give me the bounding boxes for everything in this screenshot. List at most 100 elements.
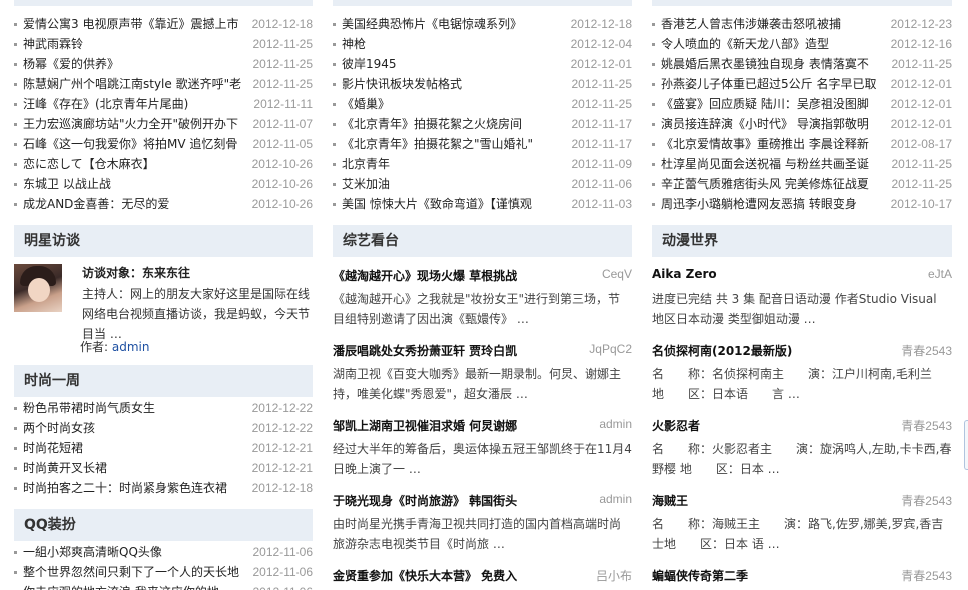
news-title-link[interactable]: 《北京爱情故事》重磅推出 李晨诠释新 <box>661 134 869 154</box>
news-title-link[interactable]: 成龙AND金喜善：无尽的爱 <box>23 194 169 214</box>
news-date: 2012-12-22 <box>251 401 313 415</box>
news-date: 2012-11-25 <box>891 177 953 191</box>
bullet-icon <box>652 183 655 186</box>
list-item: 石峰《这一句我爱你》将拍MV 追忆刻骨 2012-11-05 <box>14 134 313 154</box>
news-title-link[interactable]: 你去应观的地方流浪 我来这应你的地 <box>23 582 219 590</box>
interview-photo[interactable] <box>14 264 62 312</box>
news-title-link[interactable]: 影片快讯板块发帖格式 <box>342 74 462 94</box>
news-date: 2012-08-17 <box>890 137 952 151</box>
news-title-link[interactable]: 两个时尚女孩 <box>23 418 95 438</box>
news-title-link[interactable]: 演员接连辞演《小时代》 导演指郭敬明 <box>661 114 869 134</box>
news-title-link[interactable]: 孙燕姿儿子体重已超过5公斤 名字早已取 <box>661 74 876 94</box>
news-title-link[interactable]: 粉色吊带裙时尚气质女生 <box>23 398 155 418</box>
news-title-link[interactable]: 东城卫 以战止战 <box>23 174 111 194</box>
news-title-link[interactable]: 一組小郑爽高清晰QQ头像 <box>23 542 162 562</box>
entry-author[interactable]: 青春2543 <box>901 417 952 434</box>
news-title-link[interactable]: 陈慧娴广州个唱跳江南style 歌迷齐呼"老 <box>23 74 241 94</box>
music-box-header <box>14 0 313 6</box>
interview-title[interactable]: 访谈对象：东来东往 <box>82 264 190 281</box>
news-title-link[interactable]: 恋に恋して【仓木麻衣】 <box>23 154 155 174</box>
bullet-icon <box>333 123 336 126</box>
entry-summary: 《越淘越开心》之我就是"妆扮女王"进行到第三场，节目组特别邀请了因出演《甄嬛传》… <box>333 292 621 326</box>
entry-title-link[interactable]: 潘辰唱跳处女秀扮萧亚轩 贾玲白凯 <box>333 342 517 359</box>
news-title-link[interactable]: 时尚花短裙 <box>23 438 83 458</box>
news-title-link[interactable]: 时尚拍客之二十：时尚紧身紫色连衣裙 <box>23 478 227 498</box>
news-title-link[interactable]: 杜淳星尚见面会送祝福 与粉丝共画圣诞 <box>661 154 869 174</box>
list-item: 《盛宴》回应质疑 陆川：吴彦祖没图脚 2012-12-01 <box>652 94 952 114</box>
news-title-link[interactable]: 美国经典恐怖片《电锯惊魂系列》 <box>342 14 522 34</box>
scrollbar-handle[interactable] <box>964 420 968 470</box>
author-link[interactable]: admin <box>112 340 150 354</box>
news-title-link[interactable]: 神枪 <box>342 34 366 54</box>
entry-author[interactable]: 青春2543 <box>901 492 952 509</box>
list-item: 杜淳星尚见面会送祝福 与粉丝共画圣诞 2012-11-25 <box>652 154 952 174</box>
entry-summary: 名 称：名侦探柯南主 演：江户川柯南,毛利兰 地 区：日本语 言 … <box>652 367 944 401</box>
movies-news-list: 美国经典恐怖片《电锯惊魂系列》 2012-12-18 神枪 2012-12-04 彼… <box>333 14 632 214</box>
entry-author[interactable]: JqPqC2 <box>589 342 632 356</box>
entry-author[interactable]: CeqV <box>602 267 632 281</box>
entry-title-link[interactable]: 名侦探柯南(2012最新版) <box>652 342 792 359</box>
anime-header: 动漫世界 <box>652 225 952 257</box>
section-title[interactable]: 明星访谈 <box>14 225 313 257</box>
entry-title-link[interactable]: 于晓光现身《时尚旅游》 韩国街头 <box>333 492 517 509</box>
star-interview-header: 明星访谈 <box>14 225 313 257</box>
news-title-link[interactable]: 令人喷血的《新天龙八部》造型 <box>661 34 829 54</box>
news-title-link[interactable]: 神武雨霖铃 <box>23 34 83 54</box>
bullet-icon <box>14 487 17 490</box>
news-title-link[interactable]: 北京青年 <box>342 154 390 174</box>
entry-author[interactable]: eJtA <box>928 267 952 281</box>
entry-title-link[interactable]: 邹凯上湖南卫视催泪求婚 何炅谢娜 <box>333 417 517 434</box>
news-title-link[interactable]: 石峰《这一句我爱你》将拍MV 追忆刻骨 <box>23 134 237 154</box>
news-title-link[interactable]: 《盛宴》回应质疑 陆川：吴彦祖没图脚 <box>661 94 869 114</box>
news-title-link[interactable]: 《北京青年》拍摄花絮之"雪山婚礼" <box>342 134 533 154</box>
news-title-link[interactable]: 艾米加油 <box>342 174 390 194</box>
section-title[interactable]: QQ装扮 <box>14 509 313 541</box>
news-title-link[interactable]: 姚晨婚后黑衣墨镜独自现身 表情落寞不 <box>661 54 869 74</box>
list-item: 姚晨婚后黑衣墨镜独自现身 表情落寞不 2012-11-25 <box>652 54 952 74</box>
news-title-link[interactable]: 汪峰《存在》(北京青年片尾曲) <box>23 94 188 114</box>
news-date: 2012-11-06 <box>571 177 633 191</box>
news-date: 2012-12-22 <box>251 421 313 435</box>
entry-author[interactable]: 青春2543 <box>901 567 952 584</box>
news-title-link[interactable]: 美国 惊悚大片《致命弯道》【谨慎观 <box>342 194 532 214</box>
section-title[interactable]: 时尚一周 <box>14 365 313 397</box>
news-date: 2012-12-01 <box>570 57 632 71</box>
news-title-link[interactable]: 时尚黄开叉长裙 <box>23 458 107 478</box>
section-title[interactable]: 综艺看台 <box>333 225 632 257</box>
news-title-link[interactable]: 杨幂《爱的供养》 <box>23 54 119 74</box>
entry-author[interactable]: admin <box>599 417 632 431</box>
news-title-link[interactable]: 周迅李小璐躺枪遭网友恶搞 转眼变身 <box>661 194 857 214</box>
news-date: 2012-10-17 <box>890 197 952 211</box>
entry-title-link[interactable]: Aika Zero <box>652 267 717 281</box>
bullet-icon <box>14 571 17 574</box>
news-title-link[interactable]: 整个世界忽然间只剩下了一个人的天长地 <box>23 562 239 582</box>
news-title-link[interactable]: 彼岸1945 <box>342 54 397 74</box>
entry-author[interactable]: 青春2543 <box>901 342 952 359</box>
list-item: 《北京青年》拍摄花絮之"雪山婚礼" 2012-11-17 <box>333 134 632 154</box>
bullet-icon <box>14 143 17 146</box>
entry-summary: 经过大半年的筹备后，奥运体操五冠王邹凯终于在11月4日晚上演了一 … <box>333 442 632 476</box>
news-date: 2012-10-26 <box>251 197 313 211</box>
entry-title-link[interactable]: 海贼王 <box>652 492 688 509</box>
entry-author[interactable]: 吕小布 <box>596 567 632 584</box>
list-item: 杨幂《爱的供养》 2012-11-25 <box>14 54 313 74</box>
bullet-icon <box>14 163 17 166</box>
bullet-icon <box>14 83 17 86</box>
entry-title-link[interactable]: 火影忍者 <box>652 417 700 434</box>
entry-title-link[interactable]: 《越淘越开心》现场火爆 草根挑战 <box>333 267 517 284</box>
news-title-link[interactable]: 《婚巢》 <box>342 94 390 114</box>
entry-title-link[interactable]: 蝙蝠侠传奇第二季 <box>652 567 748 584</box>
news-title-link[interactable]: 爱情公寓3 电视原声带《靠近》震撼上市 <box>23 14 238 34</box>
news-title-link[interactable]: 香港艺人曾志伟涉嫌袭击怒吼被捕 <box>661 14 841 34</box>
list-item: 《北京爱情故事》重磅推出 李晨诠释新 2012-08-17 <box>652 134 952 154</box>
news-title-link[interactable]: 辛芷蕾气质雅痞街头风 完美修炼征战夏 <box>661 174 869 194</box>
entry-author[interactable]: admin <box>599 492 632 506</box>
entry-title-link[interactable]: 金贤重参加《快乐大本营》 免费入 <box>333 567 517 584</box>
list-item: 汪峰《存在》(北京青年片尾曲) 2012-11-11 <box>14 94 313 114</box>
bullet-icon <box>14 123 17 126</box>
qq-list: 一組小郑爽高清晰QQ头像 2012-11-06 整个世界忽然间只剩下了一个人的天长… <box>14 542 313 590</box>
news-title-link[interactable]: 王力宏巡演廊坊站"火力全开"破例开办下 <box>23 114 238 134</box>
section-title[interactable]: 动漫世界 <box>652 225 952 257</box>
news-title-link[interactable]: 《北京青年》拍摄花絮之火烧房间 <box>342 114 522 134</box>
bullet-icon <box>14 23 17 26</box>
